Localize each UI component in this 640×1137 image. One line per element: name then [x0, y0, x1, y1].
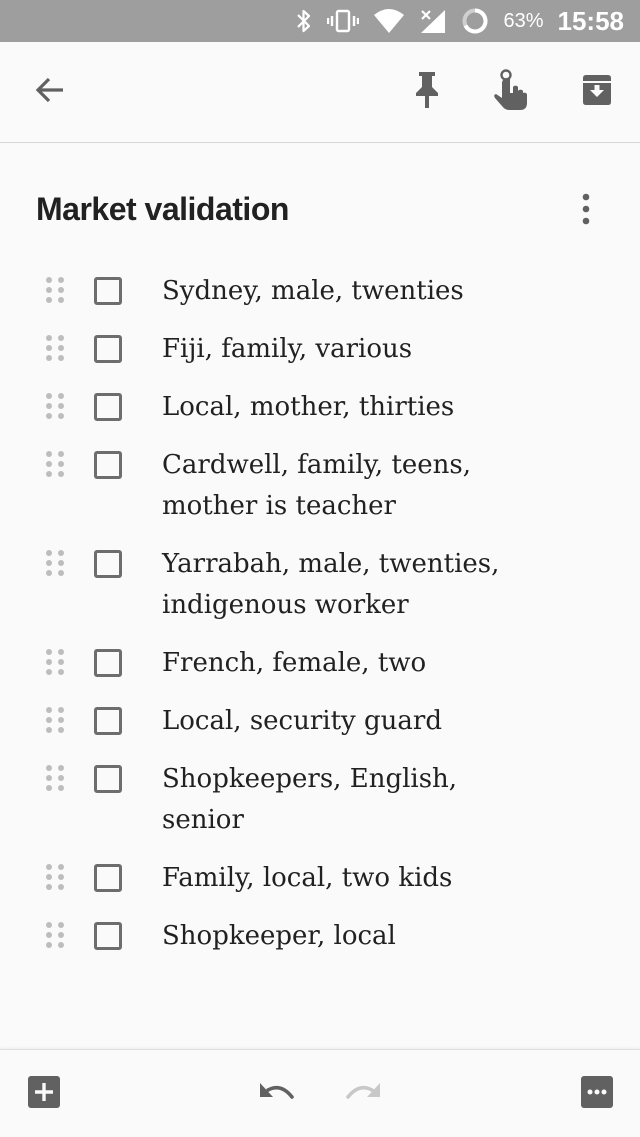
item-checkbox[interactable]	[94, 550, 122, 578]
vibrate-icon	[327, 8, 360, 34]
battery-icon	[461, 7, 489, 35]
list-item: Fiji, family, various	[0, 321, 640, 379]
item-text[interactable]: Sydney, male, twenties	[162, 271, 542, 312]
bluetooth-icon	[295, 8, 313, 34]
item-text[interactable]: Local, mother, thirties	[162, 387, 542, 428]
item-checkbox[interactable]	[94, 864, 122, 892]
item-checkbox[interactable]	[94, 393, 122, 421]
item-checkbox[interactable]	[94, 335, 122, 363]
item-text[interactable]: Local, security guard	[162, 701, 542, 742]
note-menu-button[interactable]	[566, 191, 606, 231]
clock: 15:58	[557, 5, 625, 36]
add-button[interactable]	[24, 1074, 64, 1114]
note-title[interactable]: Market validation	[36, 191, 289, 228]
back-arrow-icon	[33, 73, 67, 112]
drag-handle-icon[interactable]	[42, 862, 68, 894]
item-checkbox[interactable]	[94, 277, 122, 305]
drag-handle-icon[interactable]	[42, 449, 68, 481]
drag-handle-icon[interactable]	[42, 705, 68, 737]
list-item: Cardwell, family, teens, mother is teach…	[0, 437, 640, 536]
back-button[interactable]	[26, 68, 74, 116]
pin-button[interactable]	[403, 68, 451, 116]
more-options-icon	[580, 1075, 614, 1114]
note-editor: Market validation Sydney, male, twenties…	[0, 143, 640, 1049]
archive-icon	[580, 73, 614, 112]
undo-icon	[257, 1077, 297, 1112]
drag-handle-icon[interactable]	[42, 391, 68, 423]
item-text[interactable]: French, female, two	[162, 643, 542, 684]
reminder-icon	[491, 68, 531, 116]
drag-handle-icon[interactable]	[42, 333, 68, 365]
pin-icon	[412, 70, 442, 115]
redo-button[interactable]	[343, 1074, 383, 1114]
drag-handle-icon[interactable]	[42, 647, 68, 679]
note-toolbar	[0, 42, 640, 143]
item-text[interactable]: Yarrabah, male, twenties, indigenous wor…	[162, 544, 542, 626]
item-checkbox[interactable]	[94, 922, 122, 950]
item-text[interactable]: Cardwell, family, teens, mother is teach…	[162, 445, 542, 527]
drag-handle-icon[interactable]	[42, 763, 68, 795]
drag-handle-icon[interactable]	[42, 275, 68, 307]
reminder-button[interactable]	[487, 68, 535, 116]
list-item: French, female, two	[0, 635, 640, 693]
archive-button[interactable]	[573, 68, 621, 116]
item-text[interactable]: Fiji, family, various	[162, 329, 542, 370]
list-item: Local, mother, thirties	[0, 379, 640, 437]
list-item: Local, security guard	[0, 693, 640, 751]
drag-handle-icon[interactable]	[42, 548, 68, 580]
item-checkbox[interactable]	[94, 707, 122, 735]
list-item: Shopkeepers, English, senior	[0, 751, 640, 850]
more-vert-icon	[581, 193, 591, 230]
wifi-icon	[373, 8, 405, 34]
item-text[interactable]: Shopkeepers, English, senior	[162, 759, 542, 841]
item-checkbox[interactable]	[94, 451, 122, 479]
undo-button[interactable]	[257, 1074, 297, 1114]
cellular-signal-icon	[419, 8, 447, 34]
list-item: Shopkeeper, local	[0, 908, 640, 966]
status-bar: 63% 15:58	[0, 0, 640, 42]
add-box-icon	[27, 1075, 61, 1114]
list-item: Yarrabah, male, twenties, indigenous wor…	[0, 536, 640, 635]
list-item: Sydney, male, twenties	[0, 263, 640, 321]
checklist: Sydney, male, twenties Fiji, family, var…	[0, 263, 640, 966]
item-text[interactable]: Shopkeeper, local	[162, 916, 542, 957]
drag-handle-icon[interactable]	[42, 920, 68, 952]
list-item: Family, local, two kids	[0, 850, 640, 908]
redo-icon	[343, 1077, 383, 1112]
item-checkbox[interactable]	[94, 649, 122, 677]
battery-percent: 63%	[503, 9, 544, 32]
bottom-bar	[0, 1049, 640, 1137]
item-text[interactable]: Family, local, two kids	[162, 858, 542, 899]
more-options-button[interactable]	[577, 1074, 617, 1114]
item-checkbox[interactable]	[94, 765, 122, 793]
